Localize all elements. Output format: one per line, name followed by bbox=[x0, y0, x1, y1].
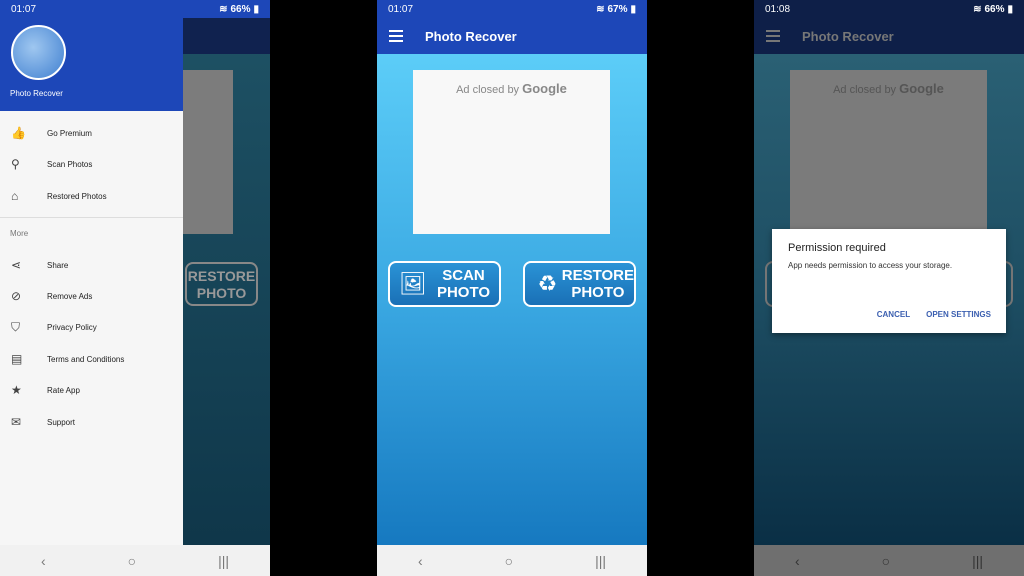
screen-drawer: RESTORE PHOTO 01:07 ≋ 66% ▮ Photo Recover 👍 G… bbox=[0, 0, 270, 576]
home-button[interactable]: ○ bbox=[882, 553, 890, 569]
recents-button[interactable]: ||| bbox=[595, 553, 606, 569]
app-logo bbox=[11, 25, 66, 80]
dimmed-ad bbox=[183, 70, 233, 234]
system-nav-bar: ‹ ○ ||| bbox=[377, 545, 647, 576]
google-logo: Google bbox=[522, 81, 567, 96]
label: Remove Ads bbox=[47, 291, 93, 301]
dialog-title: Permission required bbox=[788, 242, 886, 254]
drawer-item-support[interactable]: ✉ Support bbox=[0, 408, 183, 436]
drawer-item-terms[interactable]: ▤ Terms and Conditions bbox=[0, 345, 183, 373]
image-icon: 🖼 bbox=[399, 271, 427, 296]
label: RESTORE bbox=[187, 268, 256, 284]
mail-icon: ✉ bbox=[11, 415, 22, 429]
label: Go Premium bbox=[47, 128, 92, 138]
drawer-item-rate-app[interactable]: ★ Rate App bbox=[0, 376, 183, 404]
battery: 67% bbox=[607, 3, 628, 15]
wifi-signal-icon: ≋ bbox=[219, 3, 228, 15]
drawer-item-remove-ads[interactable]: ⊘ Remove Ads bbox=[0, 282, 183, 310]
ad-banner[interactable]: Ad closed by Google bbox=[413, 70, 610, 234]
app-title: Photo Recover bbox=[425, 28, 517, 44]
sync-icon: ♻ bbox=[537, 271, 558, 296]
app-title: Photo Recover bbox=[802, 28, 894, 44]
status-bar: 01:08 ≋ 66% ▮ bbox=[754, 0, 1024, 18]
label: Rate App bbox=[47, 385, 80, 395]
system-nav-bar: ‹ ○ ||| bbox=[0, 545, 270, 576]
recents-button[interactable]: ||| bbox=[972, 553, 983, 569]
remove-ads-icon: ⊘ bbox=[11, 289, 22, 303]
battery-icon: ▮ bbox=[253, 3, 259, 15]
label: Support bbox=[47, 417, 76, 427]
permission-dialog: Permission required App needs permission… bbox=[772, 229, 1006, 333]
battery-icon: ▮ bbox=[1007, 3, 1013, 15]
ad-text: Ad closed by bbox=[833, 84, 897, 96]
time: 01:08 bbox=[765, 3, 791, 15]
back-button[interactable]: ‹ bbox=[41, 553, 46, 569]
wifi-signal-icon: ≋ bbox=[973, 3, 982, 15]
label: RESTORE bbox=[561, 267, 634, 284]
restore-photo-button[interactable]: ♻ RESTORE PHOTO bbox=[523, 261, 636, 307]
label: PHOTO bbox=[571, 284, 625, 301]
recents-button[interactable]: ||| bbox=[218, 553, 229, 569]
status-bar: 01:07 ≋ 67% ▮ bbox=[377, 0, 647, 18]
system-nav-bar: ‹ ○ ||| bbox=[754, 545, 1024, 576]
wifi-signal-icon: ≋ bbox=[596, 3, 605, 15]
document-icon: ▤ bbox=[11, 352, 23, 366]
label: Scan Photos bbox=[47, 159, 93, 169]
cancel-button[interactable]: CANCEL bbox=[877, 310, 910, 319]
navigation-drawer: Photo Recover 👍 Go Premium ⚲ Scan Photos ⌂… bbox=[0, 0, 183, 545]
label: Privacy Policy bbox=[47, 322, 97, 332]
screen-permission: 01:08 ≋ 66% ▮ Photo Recover Ad closed by Go… bbox=[754, 0, 1024, 576]
divider bbox=[0, 217, 183, 218]
dialog-message: App needs permission to access your stor… bbox=[788, 261, 953, 270]
time: 01:07 bbox=[11, 3, 37, 15]
ad-text: Ad closed by bbox=[456, 84, 520, 96]
drawer-item-share[interactable]: ⋖ Share bbox=[0, 251, 183, 279]
search-icon: ⚲ bbox=[11, 157, 20, 171]
app-bar: Photo Recover bbox=[377, 18, 647, 54]
open-settings-button[interactable]: OPEN SETTINGS bbox=[926, 310, 991, 319]
back-button[interactable]: ‹ bbox=[795, 553, 800, 569]
label: PHOTO bbox=[436, 284, 491, 301]
star-icon: ★ bbox=[11, 383, 22, 397]
battery: 66% bbox=[984, 3, 1005, 15]
battery-icon: ▮ bbox=[630, 3, 636, 15]
back-button[interactable]: ‹ bbox=[418, 553, 423, 569]
label: Share bbox=[47, 260, 69, 270]
label: SCAN bbox=[442, 267, 485, 284]
main-content: Ad closed by Google 🖼 SCAN PHOTO ♻ RESTORE P… bbox=[377, 54, 647, 545]
screen-main: 01:07 ≋ 67% ▮ Photo Recover Ad closed by Go… bbox=[377, 0, 647, 576]
status-bar: 01:07 ≋ 66% ▮ bbox=[0, 0, 270, 18]
shield-icon: ⛉ bbox=[11, 319, 21, 334]
label: PHOTO bbox=[196, 285, 247, 301]
restore-icon: ⌂ bbox=[11, 189, 19, 203]
drawer-title: Photo Recover bbox=[10, 89, 63, 98]
home-button[interactable]: ○ bbox=[505, 553, 513, 569]
share-icon: ⋖ bbox=[11, 258, 22, 272]
drawer-item-go-premium[interactable]: 👍 Go Premium bbox=[0, 119, 183, 147]
drawer-item-privacy-policy[interactable]: ⛉ Privacy Policy bbox=[0, 313, 183, 341]
menu-icon[interactable] bbox=[766, 30, 780, 42]
label: Terms and Conditions bbox=[47, 354, 125, 364]
time: 01:07 bbox=[388, 3, 414, 15]
ad-banner[interactable]: Ad closed by Google bbox=[790, 70, 987, 234]
google-logo: Google bbox=[899, 81, 944, 96]
section-header-more: More bbox=[10, 229, 29, 238]
thumbs-up-icon: 👍 bbox=[11, 126, 26, 140]
scan-photo-button[interactable]: 🖼 SCAN PHOTO bbox=[388, 261, 501, 307]
menu-icon[interactable] bbox=[389, 30, 403, 42]
app-bar: Photo Recover bbox=[754, 18, 1024, 54]
home-button[interactable]: ○ bbox=[128, 553, 136, 569]
drawer-item-restored-photos[interactable]: ⌂ Restored Photos bbox=[0, 182, 183, 210]
dimmed-restore-button[interactable]: RESTORE PHOTO bbox=[185, 262, 258, 306]
label: Restored Photos bbox=[47, 191, 107, 201]
battery: 66% bbox=[230, 3, 251, 15]
drawer-item-scan-photos[interactable]: ⚲ Scan Photos bbox=[0, 150, 183, 178]
